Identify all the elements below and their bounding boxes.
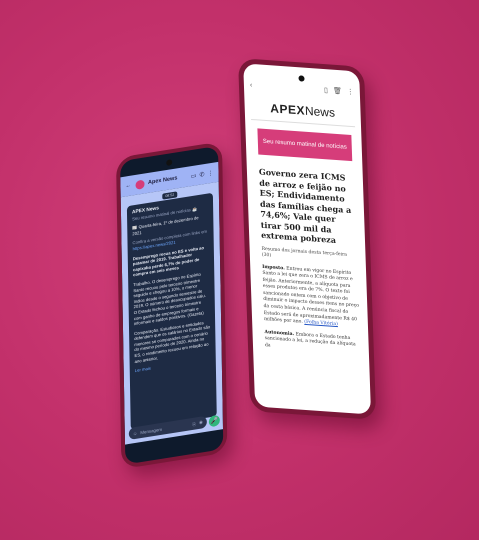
front-camera (166, 159, 173, 167)
article-headline: Governo zera ICMS de arroz e feijão no E… (258, 166, 352, 245)
paragraph-1-text: Entrou em vigor no Espírito Santo a lei … (262, 266, 360, 325)
phone-news-reader: ‹ ▯ 🗑 ⋮ APEXNews Seu resumo matinal de n… (238, 58, 377, 420)
emoji-icon[interactable]: ☺ (133, 430, 138, 436)
more-icon[interactable]: ⋮ (207, 169, 213, 177)
banner-text: Seu resumo matinal de notícias (262, 138, 347, 151)
microphone-icon[interactable]: 🎤 (208, 414, 220, 428)
chat-area[interactable]: 08:52 APEX News Seu resumo matinal de no… (120, 181, 224, 445)
chat-screen: ← Apex News ▭ ✆ ⋮ 08:52 APEX News Seu re… (120, 145, 224, 465)
news-logo: APEXNews (244, 99, 360, 121)
paragraph-1-label: Imposto. (262, 264, 285, 271)
back-icon[interactable]: ← (125, 183, 131, 190)
news-screen: ‹ ▯ 🗑 ⋮ APEXNews Seu resumo matinal de n… (243, 63, 372, 415)
bookmark-icon[interactable]: ▯ (324, 86, 328, 94)
avatar[interactable] (134, 179, 145, 190)
contact-name[interactable]: Apex News (148, 174, 187, 186)
article-paragraph-2: Autonomia. Embora o Estado tenha sancion… (264, 330, 361, 357)
news-toolbar: ‹ ▯ 🗑 ⋮ (250, 80, 354, 97)
message-paragraph-2: Trabalho. O desemprego no Espírito Santo… (133, 271, 206, 327)
source-link[interactable]: (Folha Vitória) (304, 320, 338, 327)
article-body: Governo zera ICMS de arroz e feijão no E… (259, 167, 361, 357)
more-icon[interactable]: ⋮ (347, 88, 354, 97)
article-paragraph-1: Imposto. Entrou em vigor no Espírito San… (262, 264, 360, 330)
camera-icon[interactable]: ◉ (199, 419, 203, 426)
message-bubble[interactable]: APEX News Seu resumo matinal de notícias… (126, 192, 217, 430)
front-camera (298, 75, 305, 82)
phone-icon[interactable]: ✆ (199, 171, 204, 179)
logo-brand: APEX (270, 101, 306, 118)
newsletter-banner: Seu resumo matinal de notícias (257, 128, 353, 162)
attach-icon[interactable]: ⎘ (192, 421, 196, 427)
trash-icon[interactable]: 🗑 (333, 87, 342, 96)
phone-chat: ← Apex News ▭ ✆ ⋮ 08:52 APEX News Seu re… (116, 141, 228, 470)
article-subtitle: Resumo dos jornais desta terça-feira (30… (261, 246, 348, 258)
video-call-icon[interactable]: ▭ (191, 172, 197, 180)
back-icon[interactable]: ‹ (250, 81, 253, 88)
logo-word: News (304, 103, 336, 120)
